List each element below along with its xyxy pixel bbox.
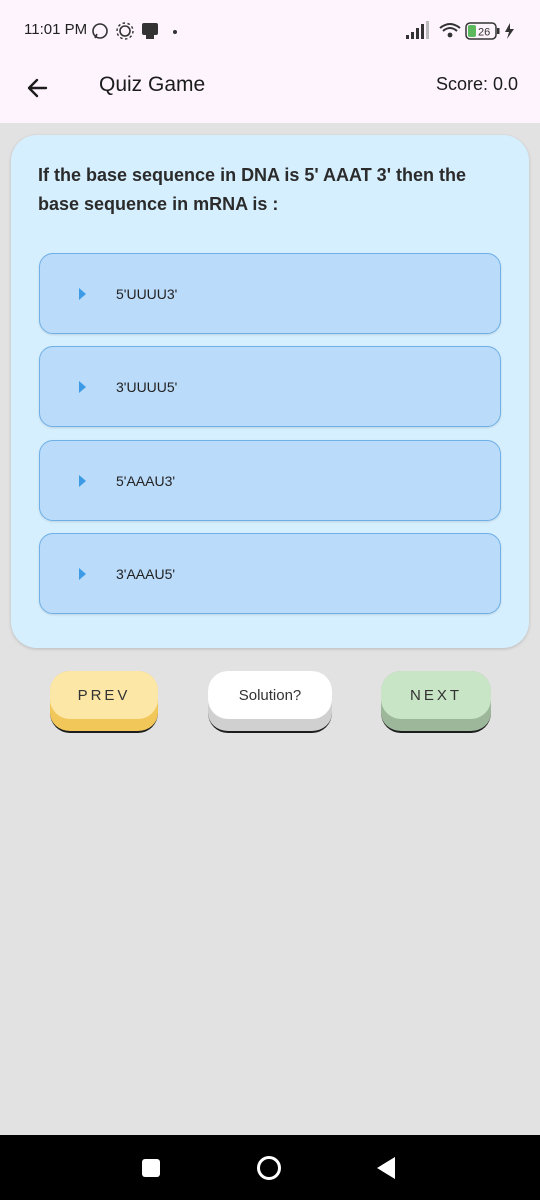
page-title: Quiz Game bbox=[99, 73, 206, 96]
question-text: If the base sequence in DNA is 5' AAAT 3… bbox=[38, 165, 466, 214]
system-nav-bar bbox=[0, 1135, 540, 1200]
play-arrow-icon bbox=[79, 288, 86, 300]
notification-icon bbox=[142, 23, 158, 39]
signal-icon bbox=[406, 21, 429, 39]
solution-button[interactable]: Solution? bbox=[208, 671, 332, 733]
answer-option-4[interactable]: 3'AAAU5' bbox=[39, 533, 501, 614]
option-label: 3'UUUU5' bbox=[116, 379, 178, 395]
svg-text:26: 26 bbox=[478, 27, 490, 39]
status-left-icons bbox=[92, 22, 177, 40]
solution-button-label: Solution? bbox=[208, 671, 332, 719]
status-bar: 11:01 PM 26 bbox=[0, 0, 540, 62]
whatsapp-icon bbox=[92, 23, 108, 39]
top-area: 11:01 PM 26 Quiz Game Score: 0.0 bbox=[0, 0, 540, 123]
back-arrow-icon[interactable] bbox=[22, 72, 54, 104]
score-label: Score: 0.0 bbox=[435, 74, 518, 94]
prev-button-label: PREV bbox=[50, 671, 158, 719]
system-back-icon[interactable] bbox=[377, 1157, 395, 1179]
play-arrow-icon bbox=[79, 475, 86, 487]
question-card: If the base sequence in DNA is 5' AAAT 3… bbox=[11, 135, 529, 648]
status-time: 11:01 PM bbox=[24, 21, 88, 38]
answer-option-2[interactable]: 3'UUUU5' bbox=[39, 346, 501, 427]
battery-icon: 26 bbox=[465, 22, 500, 40]
option-label: 5'AAAU3' bbox=[116, 473, 176, 489]
answer-option-3[interactable]: 5'AAAU3' bbox=[39, 440, 501, 521]
settings-gear-icon bbox=[116, 22, 134, 40]
wifi-icon bbox=[439, 23, 461, 38]
app-bar: Quiz Game Score: 0.0 bbox=[0, 62, 540, 123]
play-arrow-icon bbox=[79, 568, 86, 580]
answer-option-1[interactable]: 5'UUUU3' bbox=[39, 253, 501, 334]
charging-icon bbox=[505, 23, 514, 39]
dot-icon bbox=[173, 30, 177, 34]
recent-apps-icon[interactable] bbox=[142, 1159, 160, 1177]
option-label: 3'AAAU5' bbox=[116, 566, 176, 582]
next-button[interactable]: NEXT bbox=[381, 671, 491, 733]
play-arrow-icon bbox=[79, 381, 86, 393]
home-icon[interactable] bbox=[257, 1156, 281, 1180]
next-button-label: NEXT bbox=[381, 671, 491, 719]
status-right-icons: 26 bbox=[406, 21, 514, 40]
prev-button[interactable]: PREV bbox=[50, 671, 158, 733]
option-label: 5'UUUU3' bbox=[116, 286, 178, 302]
